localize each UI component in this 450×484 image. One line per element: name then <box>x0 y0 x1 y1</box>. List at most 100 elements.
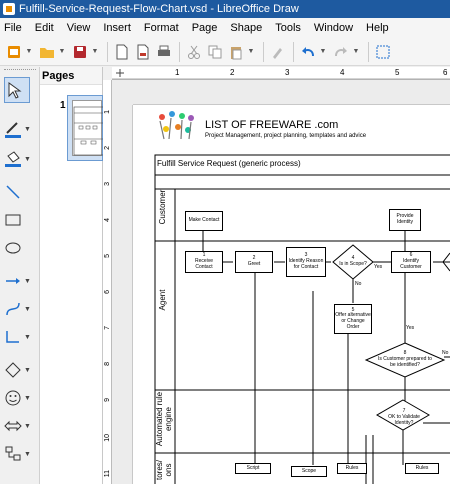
page-number: 1 <box>60 100 66 111</box>
fill-color-tool[interactable]: ▼ <box>4 147 32 171</box>
arrow-line-icon <box>6 278 20 284</box>
block-arrows-tool[interactable]: ▼ <box>4 414 32 438</box>
select-tool[interactable] <box>4 77 30 103</box>
undo-dropdown-icon[interactable]: ▼ <box>319 48 327 55</box>
make-contact-box[interactable]: Make Contact <box>185 211 223 231</box>
menu-window[interactable]: Window <box>314 22 353 34</box>
ellipse-icon <box>5 242 21 254</box>
scope-box[interactable]: Scope <box>291 466 327 477</box>
export-icon[interactable] <box>112 42 132 62</box>
page-thumbnail[interactable] <box>67 95 105 161</box>
export-pdf-icon[interactable] <box>133 42 153 62</box>
line-color-tool[interactable]: ▼ <box>4 117 32 141</box>
ruler-label: 2 <box>230 68 235 77</box>
rules-box-1[interactable]: Rules <box>337 463 367 474</box>
lane-label-rule-engine: Automated rule engine <box>155 391 173 447</box>
rectangle-icon <box>5 214 21 226</box>
symbol-shapes-tool[interactable]: ▼ <box>4 386 32 410</box>
menu-file[interactable]: File <box>4 22 22 34</box>
is-in-scope-decision[interactable]: 4 Is in Scope? <box>339 255 367 268</box>
toolbar-grip <box>4 69 36 72</box>
ruler-label: 10 <box>104 434 111 442</box>
pointer-icon <box>8 82 22 99</box>
menu-format[interactable]: Format <box>144 22 179 34</box>
diagram-title: Fulfill Service Request (generic process… <box>157 159 301 168</box>
open-dropdown-icon[interactable]: ▼ <box>58 48 66 55</box>
diamond-icon <box>5 362 21 378</box>
ruler-label: 1 <box>175 68 180 77</box>
rectangle-tool[interactable] <box>4 208 32 232</box>
menu-edit[interactable]: Edit <box>35 22 54 34</box>
drawing-page[interactable]: LIST OF FREEWARE .com Project Management… <box>133 105 450 484</box>
drawing-toolbar: ▼ ▼ ▼ ▼ ▼ ▼ ▼ ▼ ▼ <box>0 67 40 484</box>
title-bar: Fulfill-Service-Request-Flow-Chart.vsd -… <box>0 0 450 18</box>
ellipse-tool[interactable] <box>4 236 32 260</box>
identify-reason-box[interactable]: 3 Identify Reason for Contact <box>286 247 326 277</box>
pages-panel: Pages 1 <box>40 67 105 484</box>
paste-dropdown-icon[interactable]: ▼ <box>247 48 255 55</box>
save-icon[interactable] <box>70 42 90 62</box>
ok-to-identify-decision[interactable]: 7 OK to Validate Identity? <box>385 408 423 426</box>
print-icon[interactable] <box>154 42 174 62</box>
thumbnail-preview <box>72 100 105 156</box>
grid-icon[interactable] <box>373 42 393 62</box>
ruler-label: 3 <box>104 182 111 186</box>
menu-view[interactable]: View <box>67 22 91 34</box>
arrow-lines-tool[interactable]: ▼ <box>4 269 32 293</box>
clone-formatting-icon[interactable] <box>268 42 288 62</box>
menu-help[interactable]: Help <box>366 22 389 34</box>
paste-icon[interactable] <box>226 42 246 62</box>
menu-page[interactable]: Page <box>192 22 218 34</box>
ruler-label: 11 <box>104 470 111 478</box>
flowchart-tool[interactable]: ▼ <box>4 442 32 466</box>
new-dropdown-icon[interactable]: ▼ <box>25 48 33 55</box>
redo-icon[interactable] <box>331 42 351 62</box>
paint-bucket-icon <box>5 151 21 167</box>
script-box[interactable]: Script <box>235 463 271 474</box>
ruler-label: 8 <box>104 362 111 366</box>
menu-insert[interactable]: Insert <box>103 22 131 34</box>
standard-toolbar: ▼ ▼ ▼ ▼ ▼ ▼ <box>0 38 450 66</box>
lane-label-agent: Agent <box>158 289 167 311</box>
ruler-label: 9 <box>104 398 111 402</box>
cut-icon[interactable] <box>184 42 204 62</box>
ruler-label: 6 <box>104 290 111 294</box>
flowchart-icon <box>5 446 21 461</box>
customer-prepared-decision[interactable]: 8 Is Customer prepared to be identified? <box>375 350 435 368</box>
undo-icon[interactable] <box>298 42 318 62</box>
connectors-tool[interactable]: ▼ <box>4 325 32 349</box>
toolbar-separator <box>263 41 264 62</box>
menu-shape[interactable]: Shape <box>230 22 262 34</box>
line-icon <box>6 185 20 199</box>
new-document-icon[interactable] <box>4 42 24 62</box>
menu-bar: File Edit View Insert Format Page Shape … <box>0 18 450 38</box>
menu-tools[interactable]: Tools <box>275 22 301 34</box>
greet-box[interactable]: 2 Greet <box>235 251 273 273</box>
horizontal-ruler[interactable]: 1 2 3 4 5 6 <box>112 67 450 80</box>
window-title: Fulfill-Service-Request-Flow-Chart.vsd -… <box>19 3 299 15</box>
identify-customer-box[interactable]: 6 Identify Customer <box>391 251 431 273</box>
ruler-label: 4 <box>104 218 111 222</box>
rules-box-2[interactable]: Rules <box>405 463 439 474</box>
ruler-label: 6 <box>443 68 448 77</box>
curves-tool[interactable]: ▼ <box>4 297 32 321</box>
lane-label-customer: Customer <box>158 189 167 225</box>
ruler-label: 3 <box>285 68 290 77</box>
offer-alternative-box[interactable]: 5 Offer alternative or Change Order <box>334 304 372 334</box>
provide-identity-box[interactable]: Provide Identity <box>389 209 421 231</box>
toolbar-separator <box>368 41 369 62</box>
basic-shapes-tool[interactable]: ▼ <box>4 358 32 382</box>
line-tool[interactable] <box>4 180 32 204</box>
copy-icon[interactable] <box>205 42 225 62</box>
toolbar-separator <box>107 41 108 62</box>
line-color-icon <box>5 122 21 138</box>
save-dropdown-icon[interactable]: ▼ <box>91 48 99 55</box>
redo-dropdown-icon[interactable]: ▼ <box>352 48 360 55</box>
open-folder-icon[interactable] <box>37 42 57 62</box>
receive-contact-box[interactable]: 1 Receive Contact <box>185 251 223 273</box>
smiley-icon <box>5 390 21 406</box>
ruler-label: 1 <box>104 110 111 114</box>
vertical-ruler[interactable]: 1 2 3 4 5 6 7 8 9 10 11 <box>103 80 112 484</box>
ruler-label: 5 <box>104 254 111 258</box>
ruler-label: 4 <box>340 68 345 77</box>
